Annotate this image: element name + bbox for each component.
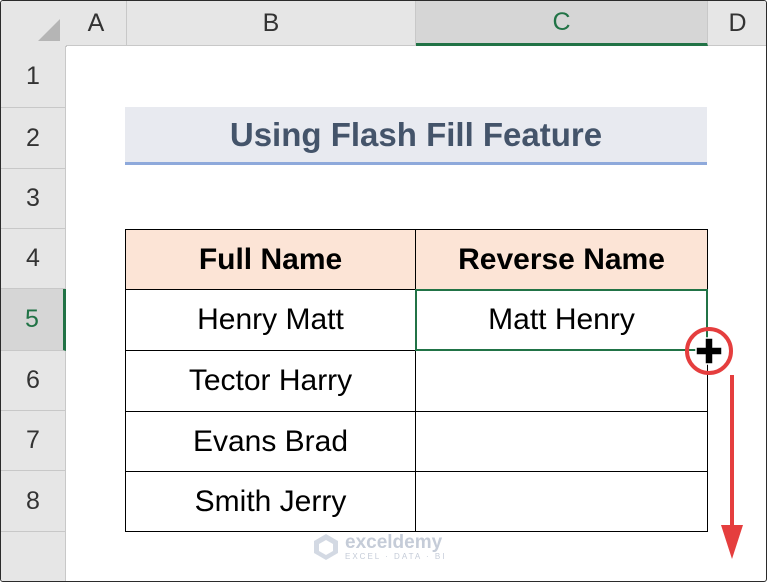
row-header-8[interactable]: 8 [1, 471, 66, 532]
column-header-c[interactable]: C [416, 1, 708, 46]
table-cell-full-name[interactable]: Evans Brad [125, 411, 416, 472]
drag-down-arrow-icon [721, 375, 743, 559]
sheet-title[interactable]: Using Flash Fill Feature [125, 107, 707, 165]
row-header-9[interactable] [1, 532, 66, 581]
row-header-3[interactable]: 3 [1, 169, 66, 229]
column-header-a[interactable]: A [66, 1, 127, 46]
table-cell-reverse-name[interactable] [415, 471, 708, 532]
select-all-triangle-icon [38, 19, 60, 41]
exceldemy-logo-icon [314, 534, 338, 560]
table-cell-full-name[interactable]: Smith Jerry [125, 471, 416, 532]
row-header-4[interactable]: 4 [1, 229, 66, 289]
watermark-logo: exceldemy EXCEL · DATA · BI [313, 533, 446, 561]
watermark-brand: exceldemy [345, 531, 443, 553]
table-cell-reverse-name[interactable] [415, 411, 708, 472]
table-header-reverse-name[interactable]: Reverse Name [415, 229, 708, 290]
select-all-button[interactable] [1, 1, 67, 47]
watermark-tagline: EXCEL · DATA · BI [345, 551, 447, 561]
column-header-b[interactable]: B [127, 1, 416, 46]
table-cell-reverse-name[interactable] [415, 350, 708, 412]
row-header-5[interactable]: 5 [1, 289, 66, 351]
table-cell-full-name[interactable]: Henry Matt [125, 289, 416, 351]
fill-cursor-plus-icon [695, 337, 723, 365]
spreadsheet-window: A B C D 1 2 3 4 5 6 7 8 Using Flash Fill… [0, 0, 767, 582]
row-header-1[interactable]: 1 [1, 46, 66, 108]
row-header-7[interactable]: 7 [1, 411, 66, 471]
column-header-d[interactable]: D [708, 1, 766, 46]
table-cell-full-name[interactable]: Tector Harry [125, 350, 416, 412]
table-header-full-name[interactable]: Full Name [125, 229, 416, 290]
table-cell-reverse-name[interactable]: Matt Henry [415, 289, 708, 351]
row-header-6[interactable]: 6 [1, 351, 66, 411]
row-header-2[interactable]: 2 [1, 108, 66, 169]
